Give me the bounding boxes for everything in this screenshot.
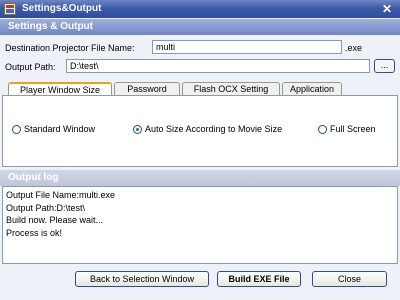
tab-password[interactable]: Password bbox=[114, 82, 180, 96]
browse-button[interactable]: ... bbox=[374, 59, 395, 73]
close-icon: ✕ bbox=[381, 2, 393, 16]
log-line: Output File Name:multi.exe bbox=[6, 190, 116, 200]
log-line: Output Path:D:\test\ bbox=[6, 202, 86, 213]
window-title: Settings&Output bbox=[22, 3, 102, 14]
output-path-label: Output Path: bbox=[5, 62, 56, 72]
output-log-header: Output log bbox=[0, 170, 400, 186]
radio-off-icon bbox=[318, 124, 327, 134]
settings-header: Settings & Output bbox=[0, 19, 400, 35]
radio-label: Full Screen bbox=[330, 124, 376, 134]
radio-off-icon bbox=[12, 124, 21, 134]
radio-on-icon bbox=[133, 124, 142, 134]
projector-file-input[interactable] bbox=[152, 40, 342, 54]
back-to-selection-button[interactable]: Back to Selection Window bbox=[75, 271, 209, 287]
radio-full-screen[interactable]: Full Screen bbox=[318, 124, 376, 134]
tab-flash-ocx-setting[interactable]: Flash OCX Setting bbox=[182, 82, 280, 96]
output-path-input[interactable] bbox=[66, 59, 370, 73]
radio-label: Auto Size According to Movie Size bbox=[145, 124, 283, 134]
app-icon bbox=[4, 3, 16, 15]
close-window-button[interactable]: ✕ bbox=[380, 2, 394, 16]
log-line: Build now. Please wait... bbox=[6, 215, 104, 225]
radio-standard-window[interactable]: Standard Window bbox=[12, 124, 95, 134]
log-line: Process is ok! bbox=[6, 227, 63, 238]
extension-label: .exe bbox=[345, 43, 363, 53]
build-exe-button[interactable]: Build EXE File bbox=[217, 271, 301, 287]
tab-application[interactable]: Application bbox=[282, 82, 342, 96]
projector-file-label: Destination Projector File Name: bbox=[5, 43, 135, 53]
title-bar: Settings&Output ✕ bbox=[0, 0, 400, 18]
output-log[interactable]: Output File Name:multi.exe Output Path:D… bbox=[2, 186, 398, 264]
settings-output-window: Settings&Output ✕ Settings & Output Dest… bbox=[0, 0, 400, 300]
radio-label: Standard Window bbox=[24, 124, 96, 134]
radio-auto-size[interactable]: Auto Size According to Movie Size bbox=[133, 124, 282, 134]
close-button[interactable]: Close bbox=[312, 271, 387, 287]
